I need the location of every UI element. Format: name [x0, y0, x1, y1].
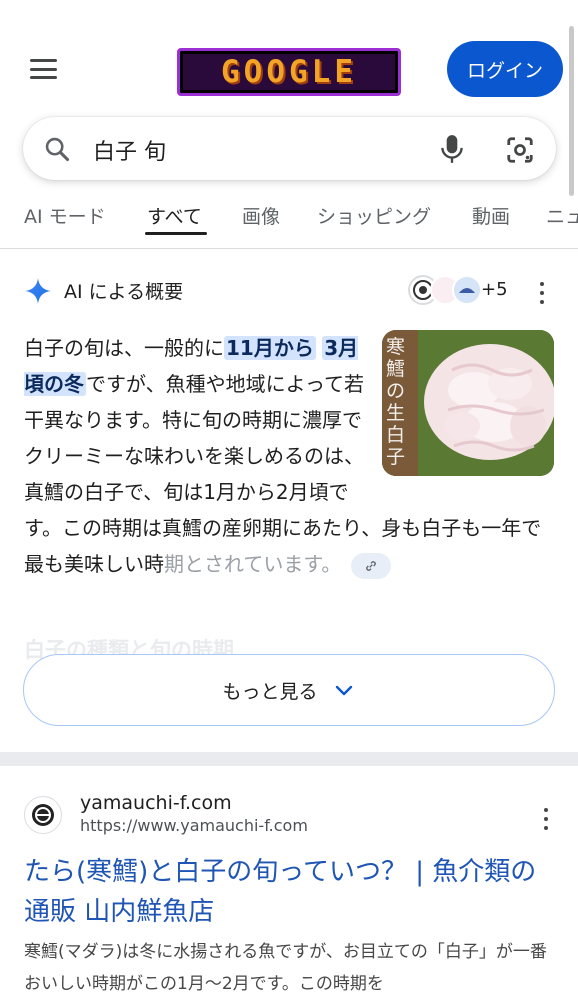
google-lens-icon[interactable] — [505, 135, 535, 165]
show-more-button[interactable]: もっと見る — [23, 654, 555, 726]
result-site-url[interactable]: https://www.yamauchi-f.com — [80, 816, 308, 835]
result-site-name[interactable]: yamauchi-f.com — [80, 792, 232, 814]
shirako-image[interactable]: 寒鱈の生白子 — [382, 330, 554, 476]
active-tab-indicator — [145, 232, 207, 235]
tab-images[interactable]: 画像 — [242, 202, 280, 229]
ai-highlight-1: 11月から — [224, 336, 316, 360]
section-divider — [0, 752, 578, 766]
sources-more-count[interactable]: +5 — [481, 279, 508, 300]
more-options-icon[interactable] — [539, 282, 545, 304]
tab-news[interactable]: ニュ — [546, 202, 578, 229]
search-tabs: AI モード すべて 画像 ショッピング 動画 ニュ — [0, 196, 578, 249]
result-title-link[interactable]: たら(寒鱈)と白子の旬っていつ？ | 魚介類の通販 山内鮮魚店 — [24, 852, 554, 932]
chevron-down-icon — [335, 685, 352, 696]
login-button[interactable]: ログイン — [447, 41, 563, 97]
tab-videos[interactable]: 動画 — [472, 202, 510, 229]
citation-link-icon[interactable] — [351, 552, 392, 579]
result-snippet: 寒鱈(マダラ)は冬に水揚される魚ですが、お目立ての「白子」が一番おいしい時期がこ… — [24, 942, 547, 994]
result-more-options-icon[interactable] — [543, 808, 549, 830]
scrollbar[interactable] — [569, 26, 574, 196]
tab-ai-mode[interactable]: AI モード — [24, 202, 106, 229]
ai-overview-body: 寒鱈の生白子 白子の旬は、一般的に 11月から 3月頃の冬 ですが、魚種や地域によっ… — [24, 330, 558, 582]
ai-text-part1: 白子の旬は、一般的に — [24, 336, 224, 360]
doodle-text: GOOGLE — [221, 54, 357, 90]
tab-shopping[interactable]: ショッピング — [317, 202, 431, 229]
microphone-icon[interactable] — [439, 133, 465, 165]
image-caption: 寒鱈の生白子 — [386, 336, 406, 468]
ai-overview: AI による概要 +5 寒鱈の生白子 白子の旬は、一般的に 11月から 3月頃の… — [0, 250, 578, 752]
search-input[interactable]: 白子 旬 — [93, 134, 166, 166]
hamburger-menu-icon[interactable] — [30, 59, 57, 79]
ai-text-faded: 期とされています。 — [164, 552, 342, 576]
header: GOOGLE ログイン — [0, 0, 578, 110]
source-icons[interactable] — [408, 275, 482, 307]
ai-sparkle-icon — [25, 278, 51, 304]
site-favicon-icon[interactable] — [24, 796, 62, 834]
search-box[interactable]: 白子 旬 — [23, 117, 556, 180]
show-more-label: もっと見る — [222, 680, 318, 703]
ai-overview-title: AI による概要 — [64, 281, 184, 303]
source-favicon-icon — [452, 275, 482, 305]
search-result: yamauchi-f.com https://www.yamauchi-f.co… — [0, 26, 578, 1000]
tab-all[interactable]: すべて — [147, 202, 202, 229]
google-doodle-logo[interactable]: GOOGLE — [177, 48, 401, 96]
search-icon[interactable] — [43, 135, 71, 163]
